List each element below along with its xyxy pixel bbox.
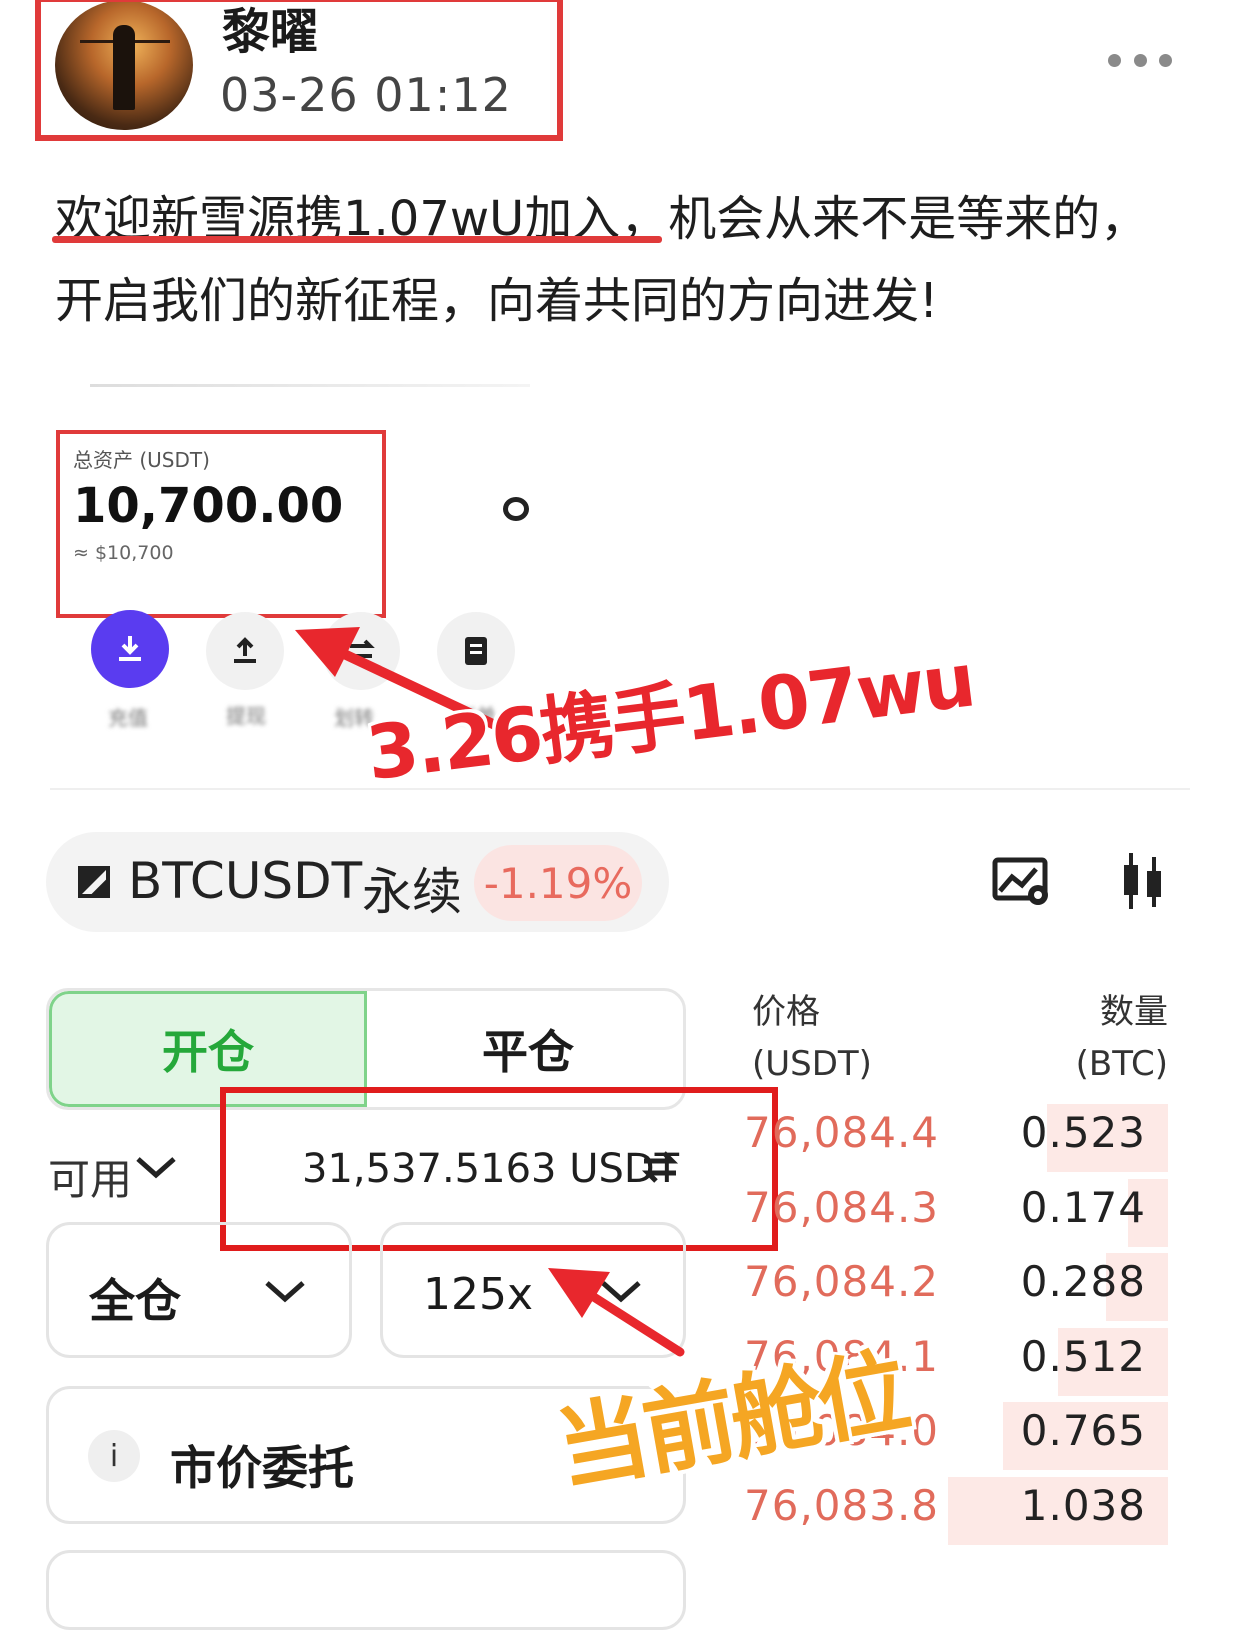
orderbook-qty: 0.765 [1020,1406,1146,1455]
margin-mode-value: 全仓 [89,1274,181,1328]
download-icon [119,636,141,661]
total-asset-label[interactable]: 总资产 (USDT) [73,444,210,473]
orderbook-qty: 0.174 [1020,1182,1146,1232]
order-type-value: 市价委托 [170,1441,354,1495]
blurred-header-line [90,384,530,387]
orderbook-price: 76,083.8 [744,1480,940,1530]
post-text: 欢迎新雪源携1.07wU加入，机会从来不是等来的，开启我们的新征程，向着共同的方… [55,191,1149,329]
withdraw-button[interactable] [206,612,284,690]
orderbook-price: 76,084.3 [744,1182,940,1232]
chart-settings-icon[interactable] [992,857,1052,905]
info-icon[interactable]: i [88,1430,140,1482]
red-arrow-icon [548,1268,685,1357]
orderbook-row[interactable]: 76,084.2 0.288 [738,1249,1168,1321]
total-asset-approx: ≈ $10,700 [73,542,174,564]
eye-icon[interactable] [503,497,529,521]
available-label[interactable]: 可用 [48,1146,132,1207]
upload-icon [234,637,256,663]
candlestick-icon[interactable] [1120,851,1166,911]
post-timestamp: 03-26 01:12 [220,68,512,122]
ticker-symbol[interactable]: BTCUSDT [128,852,362,910]
deposit-button[interactable] [91,610,169,688]
post-text-underline [52,236,662,243]
deposit-label: 充值 [108,706,148,730]
orderbook-row[interactable]: 76,083.8 1.038 [738,1473,1168,1545]
orderbook-qty-header: 数量 (BTC) [1075,992,1168,1084]
margin-mode-select[interactable]: 全仓 [46,1222,352,1358]
orderbook-price: 76,084.4 [744,1108,940,1157]
price-change-badge: -1.19% [474,845,642,921]
more-options-icon[interactable] [1108,50,1172,70]
next-input-field[interactable] [46,1550,686,1630]
orderbook-qty: 0.512 [1020,1331,1146,1381]
withdraw-label: 提现 [226,704,266,728]
orderbook-qty: 1.038 [1020,1480,1146,1530]
orderbook-price-header: 价格 (USDT) [752,992,872,1084]
username[interactable]: 黎曜 [222,0,318,62]
orderbook-qty: 0.523 [1020,1108,1146,1157]
orderbook-qty: 0.288 [1020,1257,1146,1306]
leverage-value: 125x [423,1269,534,1320]
chevron-down-icon [265,1281,305,1303]
orderbook-row[interactable]: 76,084.3 0.174 [738,1175,1168,1247]
contract-logo-icon [78,866,110,898]
section-divider [50,788,1190,790]
orderbook-row[interactable]: 76,084.4 0.523 [738,1100,1168,1172]
contract-type: 永续 [362,863,462,921]
chevron-down-icon[interactable] [134,1153,178,1181]
orderbook-price: 76,084.2 [744,1257,940,1306]
total-asset-value: 10,700.00 [73,478,344,534]
